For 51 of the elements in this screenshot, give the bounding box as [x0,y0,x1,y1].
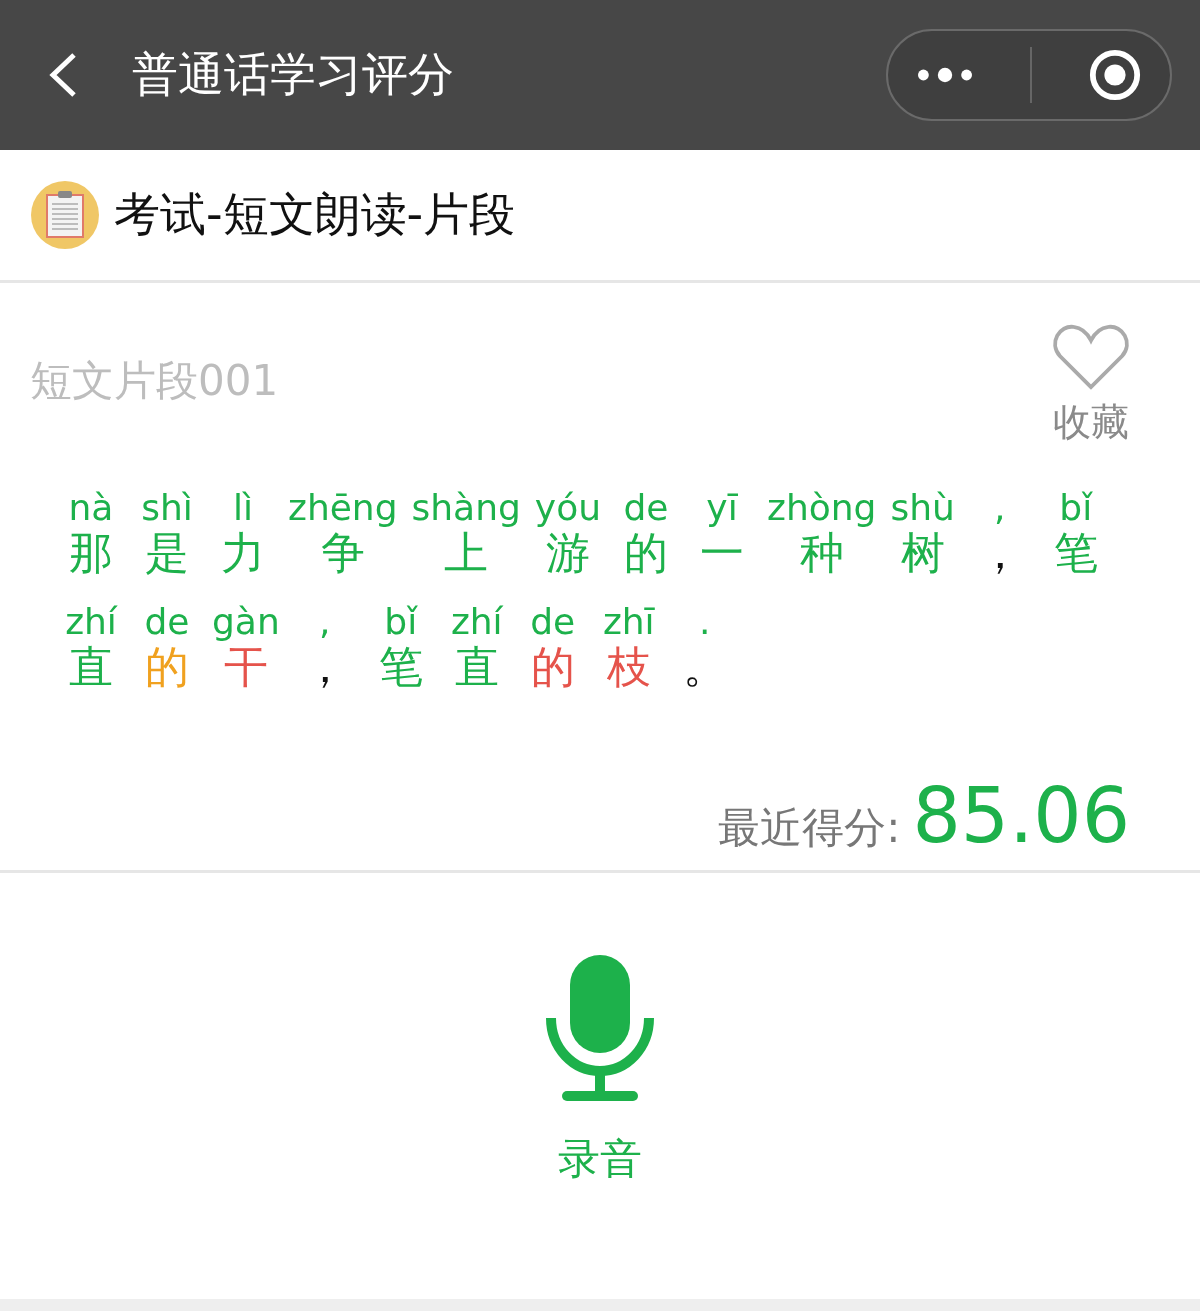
pinyin: zhī [602,599,655,643]
hanzi-character: 上 [444,529,489,578]
page-title: 普通话学习评分 [132,46,455,103]
hanzi-character: ， [977,529,1022,578]
hanzi-character: 力 [221,529,265,578]
record-button[interactable]: 录音 [545,953,655,1188]
score-value: 85.06 [912,771,1130,861]
pinyin: bǐ [384,599,418,643]
pinyin: . [699,599,711,643]
passage-title: 短文片段001 [30,355,279,407]
hanzi-character: 树 [900,529,945,578]
hanzi-character: 游 [545,529,590,578]
pinyin: zhí [65,599,117,643]
hanzi-character: 种 [799,529,844,578]
clipboard-icon [30,180,100,250]
hanzi-character: 笔 [1053,529,1098,578]
pinyin: shàng [411,486,521,530]
pinyin: nà [68,486,114,530]
hanzi-character: 那 [69,529,113,578]
hanzi-character: 是 [145,529,189,578]
pinyin: de [530,599,576,643]
hanzi-character: 直 [69,642,113,692]
hanzi-character: 干 [223,642,268,692]
section-title: 考试-短文朗读-片段 [114,186,516,243]
pinyin: , [319,599,331,643]
hanzi-character: 。 [682,642,727,692]
pinyin: de [144,599,190,643]
hanzi-character: ， [302,642,347,692]
hanzi-character: 的 [624,529,668,578]
hanzi-character: 直 [454,642,499,692]
hanzi-character: 枝 [606,642,651,692]
hanzi-character: 的 [145,642,189,692]
pinyin: yóu [534,486,601,530]
score-label: 最近得分: [718,802,901,855]
pinyin: gàn [212,599,280,643]
pinyin: shì [141,486,193,530]
pinyin: bǐ [1059,486,1093,530]
hanzi-character: 笔 [378,642,423,692]
pinyin: yī [706,486,738,530]
pinyin: lì [233,486,253,530]
pinyin: zhí [450,599,503,643]
pinyin: de [623,486,669,530]
pinyin: , [994,486,1006,530]
pinyin: zhēng [288,486,398,530]
hanzi-character: 争 [320,529,365,578]
pinyin: zhòng [767,486,877,530]
pinyin: shù [890,486,955,530]
back-icon[interactable] [48,52,78,98]
hanzi-character: 一 [700,529,744,578]
more-icon[interactable] [916,66,974,84]
hanzi-character: 的 [530,642,575,692]
